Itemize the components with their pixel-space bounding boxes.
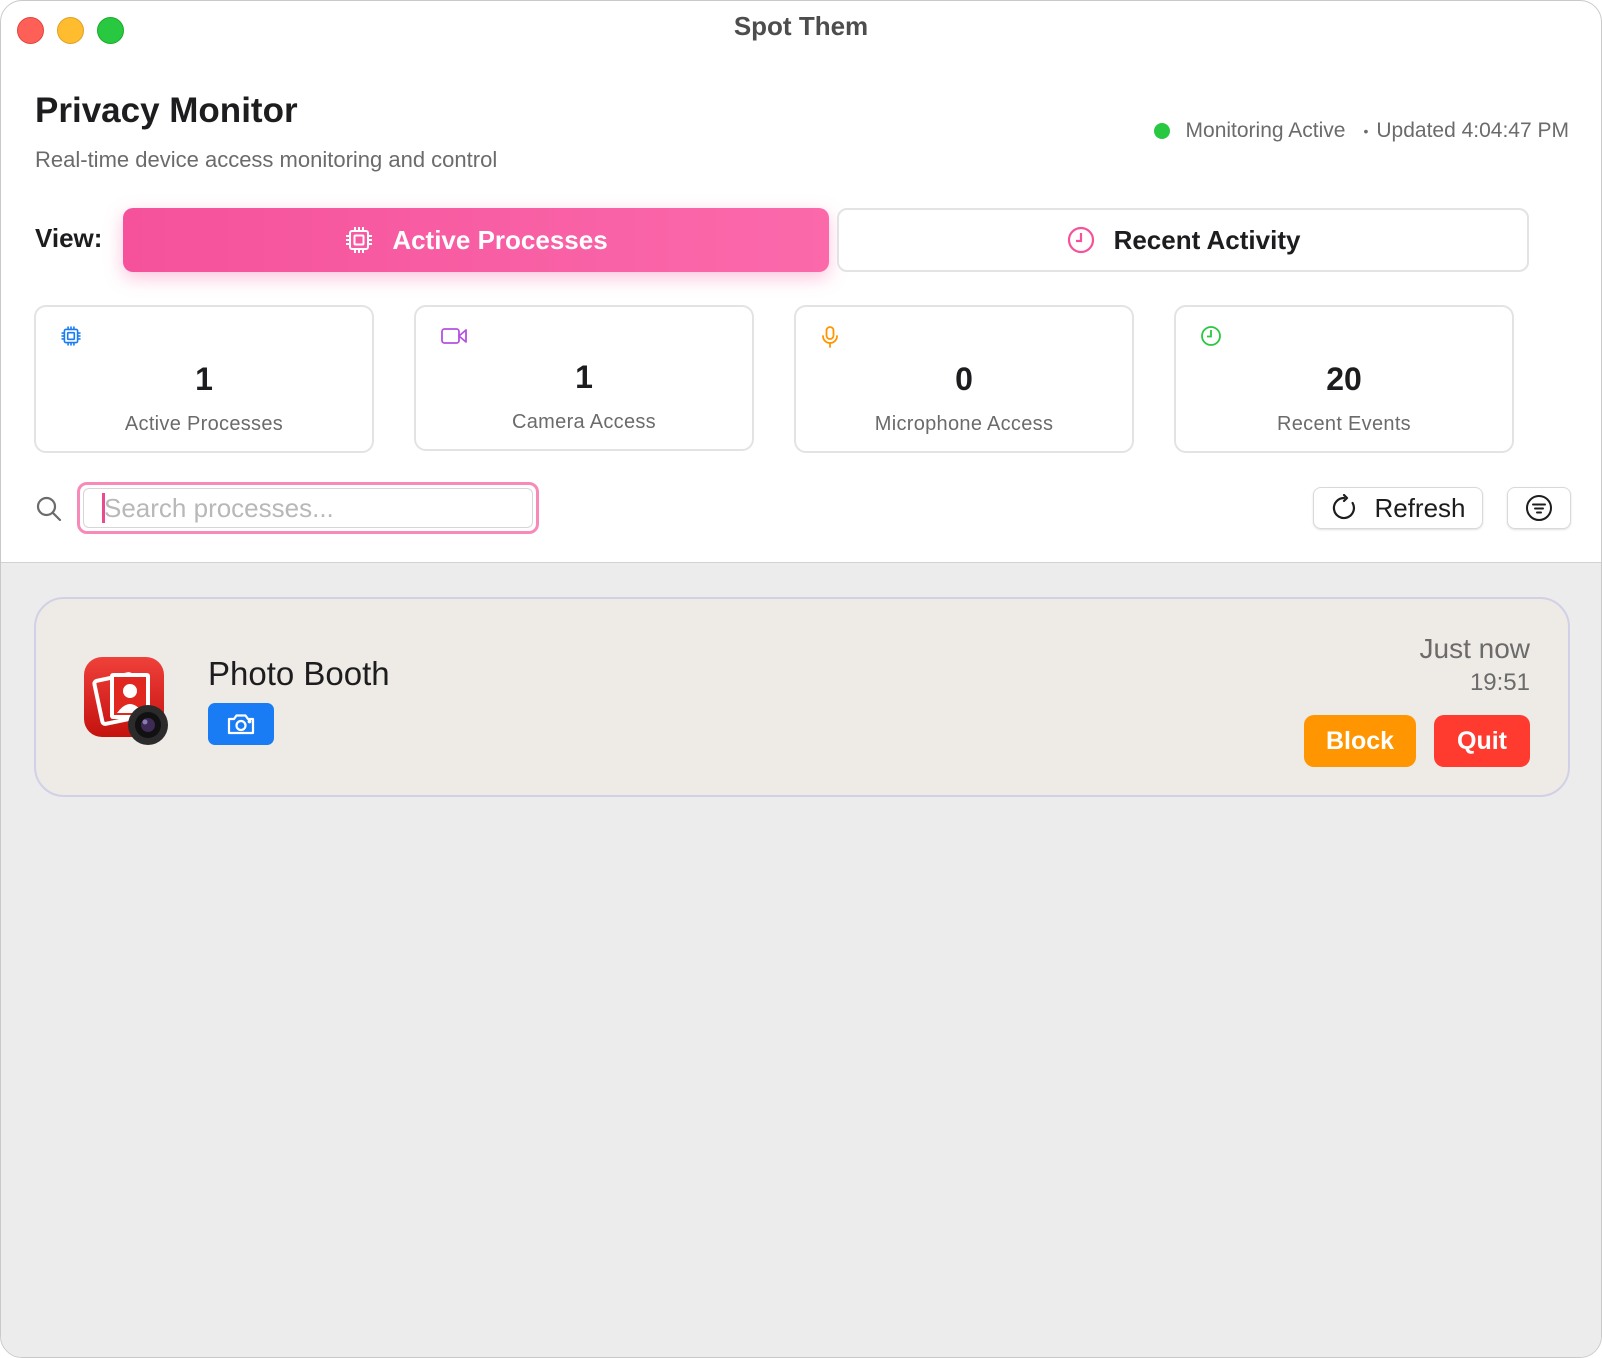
view-label: View: — [35, 223, 103, 253]
stat-label: Microphone Access — [874, 413, 1054, 435]
camera-icon — [226, 712, 256, 736]
stat-card-recent-events: 20 Recent Events — [1174, 305, 1514, 453]
stat-card-active-processes: 1 Active Processes — [34, 305, 374, 453]
last-access-relative: Just now — [1419, 633, 1531, 664]
stat-label: Active Processes — [124, 413, 284, 435]
stat-card-camera-access: 1 Camera Access — [414, 305, 754, 451]
stat-value: 0 — [955, 361, 973, 397]
clock-icon — [1066, 225, 1096, 255]
video-icon — [440, 325, 468, 347]
last-access-time: 19:51 — [1469, 669, 1530, 696]
tab-active-processes-label: Active Processes — [392, 224, 608, 255]
process-card[interactable]: Photo Booth Just now 19:51 Block Quit — [34, 597, 1570, 797]
filter-button[interactable] — [1507, 487, 1571, 529]
stat-value: 20 — [1326, 361, 1362, 397]
refresh-icon — [1330, 494, 1358, 522]
microphone-icon — [820, 325, 840, 349]
cpu-icon — [344, 225, 374, 255]
monitoring-status: Monitoring Active • Updated 4:04:47 PM — [1153, 119, 1569, 143]
text-caret — [102, 493, 105, 523]
window-title: Spot Them — [733, 11, 869, 41]
tab-recent-activity[interactable]: Recent Activity — [837, 208, 1529, 272]
status-text: Monitoring Active — [1185, 119, 1346, 142]
photo-booth-app-icon — [82, 655, 168, 745]
stat-card-microphone-access: 0 Microphone Access — [794, 305, 1134, 453]
title-bar: Spot Them — [1, 1, 1601, 57]
clock-icon — [1200, 325, 1222, 347]
status-separator: • — [1363, 123, 1369, 139]
process-list: Photo Booth Just now 19:51 Block Quit — [1, 562, 1601, 1357]
stat-value: 1 — [195, 361, 213, 397]
search-icon — [35, 495, 63, 523]
page-subtitle: Real-time device access monitoring and c… — [35, 147, 498, 172]
stat-label: Camera Access — [512, 411, 656, 433]
cpu-icon — [60, 325, 82, 347]
status-indicator-dot — [1153, 123, 1170, 139]
stat-value: 1 — [575, 359, 593, 395]
page-title: Privacy Monitor — [35, 91, 298, 130]
search-field — [77, 482, 539, 534]
camera-access-badge — [208, 703, 274, 745]
stat-label: Recent Events — [1277, 413, 1411, 435]
filter-icon — [1525, 494, 1553, 522]
process-name: Photo Booth — [208, 655, 390, 692]
block-button[interactable]: Block — [1304, 715, 1416, 767]
app-window: Spot Them Privacy Monitor Real-time devi… — [0, 0, 1602, 1358]
tab-active-processes[interactable]: Active Processes — [123, 208, 829, 272]
refresh-label: Refresh — [1374, 492, 1466, 523]
quit-button[interactable]: Quit — [1434, 715, 1530, 767]
search-input[interactable] — [83, 488, 533, 528]
tab-recent-activity-label: Recent Activity — [1113, 224, 1301, 255]
refresh-button[interactable]: Refresh — [1313, 487, 1483, 529]
last-updated-text: Updated 4:04:47 PM — [1376, 119, 1569, 142]
